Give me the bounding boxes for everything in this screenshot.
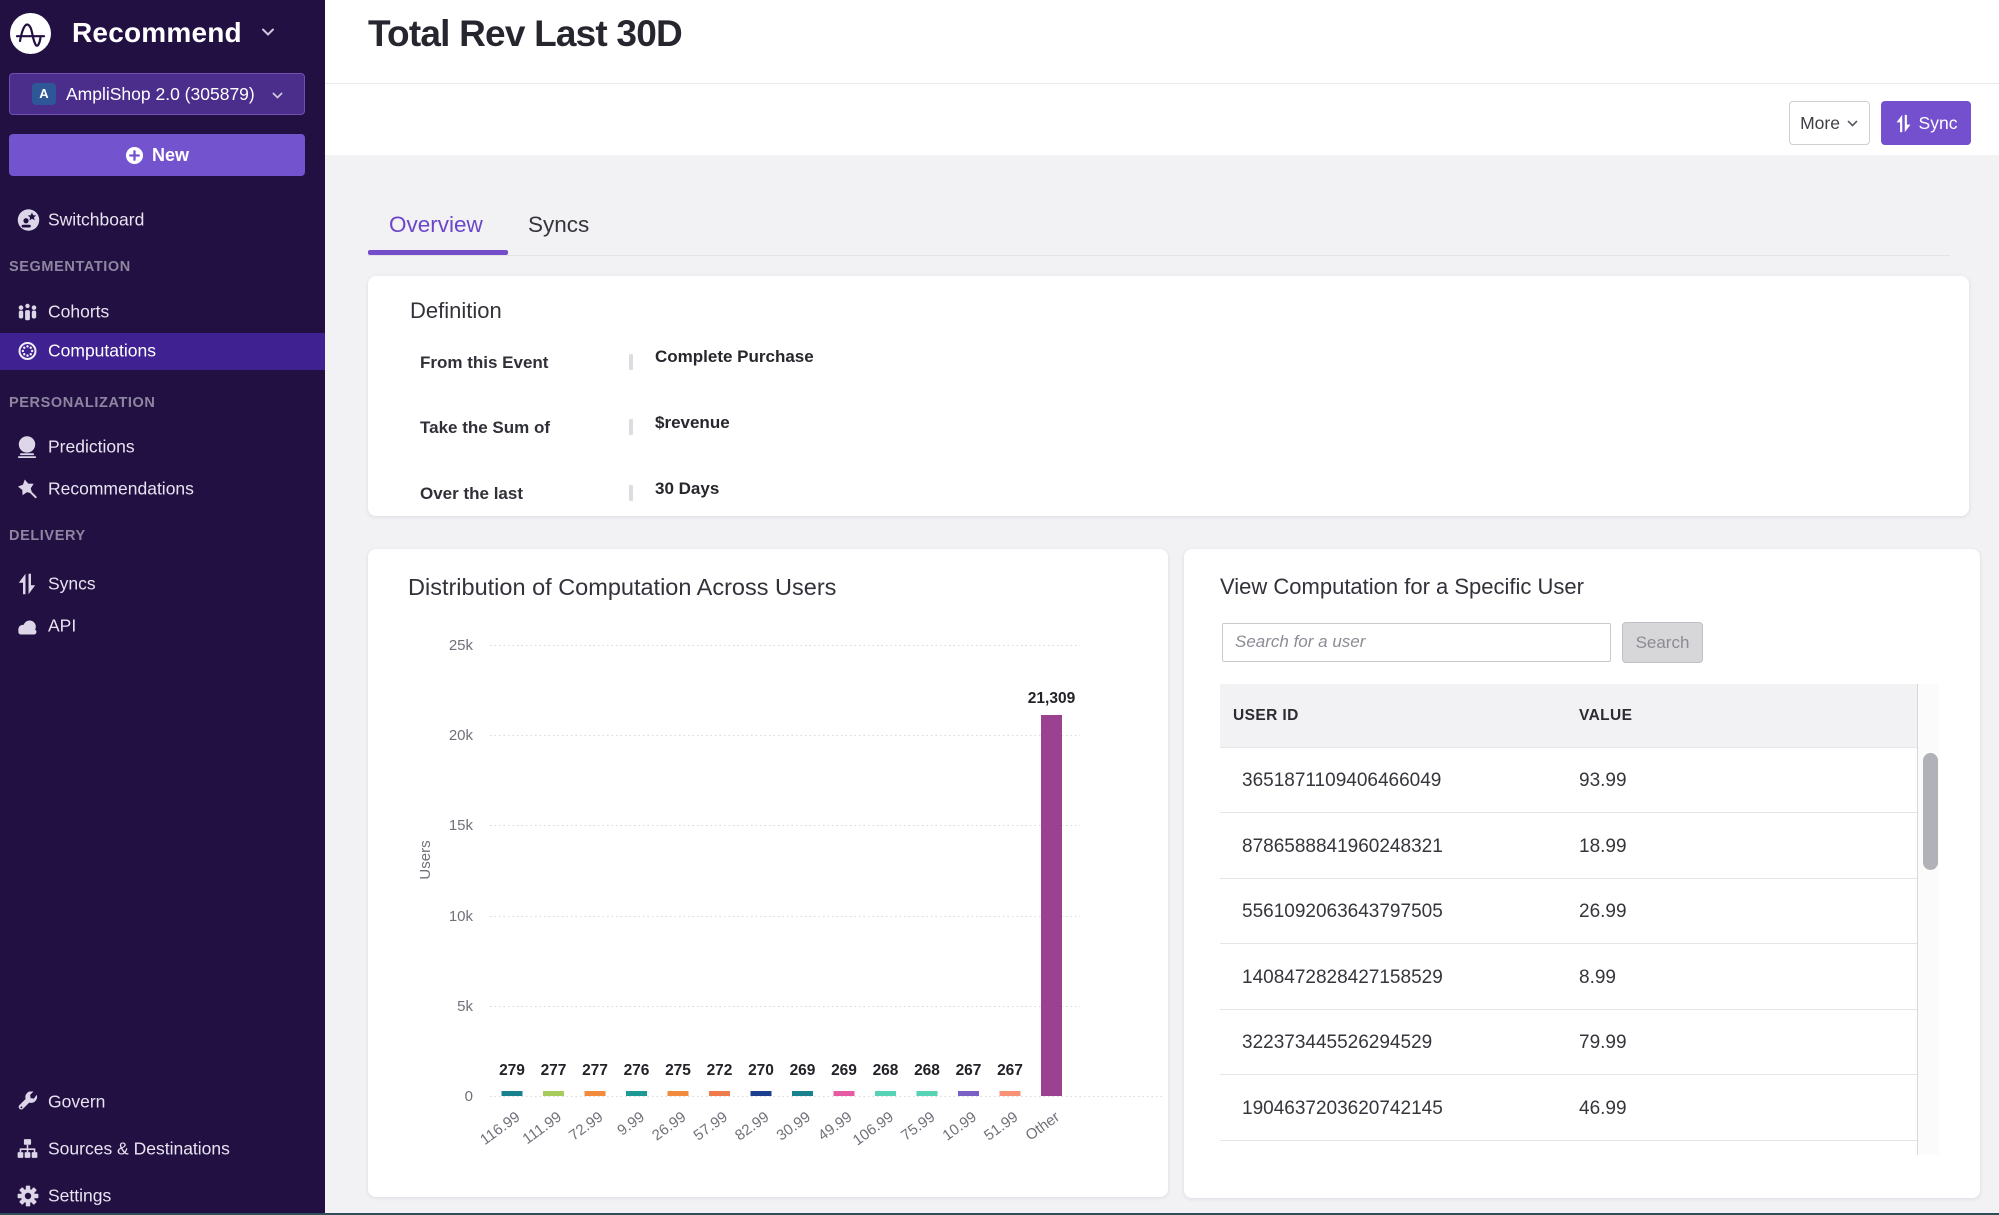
svg-text:269: 269 [831, 1062, 857, 1079]
svg-text:10k: 10k [449, 908, 474, 925]
svg-text:51.99: 51.99 [981, 1108, 1021, 1144]
svg-text:268: 268 [873, 1062, 899, 1079]
svg-text:267: 267 [997, 1062, 1023, 1079]
svg-text:116.99: 116.99 [477, 1108, 523, 1148]
svg-text:106.99: 106.99 [850, 1108, 897, 1149]
svg-text:269: 269 [790, 1062, 816, 1079]
svg-text:277: 277 [582, 1062, 608, 1079]
svg-text:276: 276 [624, 1062, 650, 1079]
svg-text:270: 270 [748, 1062, 774, 1079]
svg-text:72.99: 72.99 [566, 1108, 606, 1144]
svg-text:15k: 15k [449, 817, 474, 834]
svg-text:279: 279 [499, 1062, 525, 1079]
svg-text:10.99: 10.99 [939, 1108, 979, 1144]
svg-text:21,309: 21,309 [1028, 690, 1076, 707]
svg-text:49.99: 49.99 [815, 1108, 855, 1144]
svg-text:267: 267 [956, 1062, 982, 1079]
svg-text:275: 275 [665, 1062, 691, 1079]
svg-text:75.99: 75.99 [898, 1108, 938, 1144]
svg-text:25k: 25k [449, 637, 474, 654]
svg-text:9.99: 9.99 [614, 1108, 648, 1139]
svg-text:26.99: 26.99 [649, 1108, 689, 1144]
svg-text:57.99: 57.99 [690, 1108, 730, 1144]
svg-text:Users: Users [417, 840, 434, 879]
svg-text:277: 277 [541, 1062, 567, 1079]
svg-text:272: 272 [707, 1062, 733, 1079]
svg-text:30.99: 30.99 [773, 1108, 813, 1144]
svg-text:20k: 20k [449, 727, 474, 744]
svg-text:0: 0 [465, 1088, 473, 1105]
svg-text:Other: Other [1023, 1108, 1063, 1144]
svg-text:111.99: 111.99 [520, 1108, 565, 1147]
svg-text:82.99: 82.99 [732, 1108, 772, 1144]
svg-text:5k: 5k [457, 998, 473, 1015]
svg-text:268: 268 [914, 1062, 940, 1079]
